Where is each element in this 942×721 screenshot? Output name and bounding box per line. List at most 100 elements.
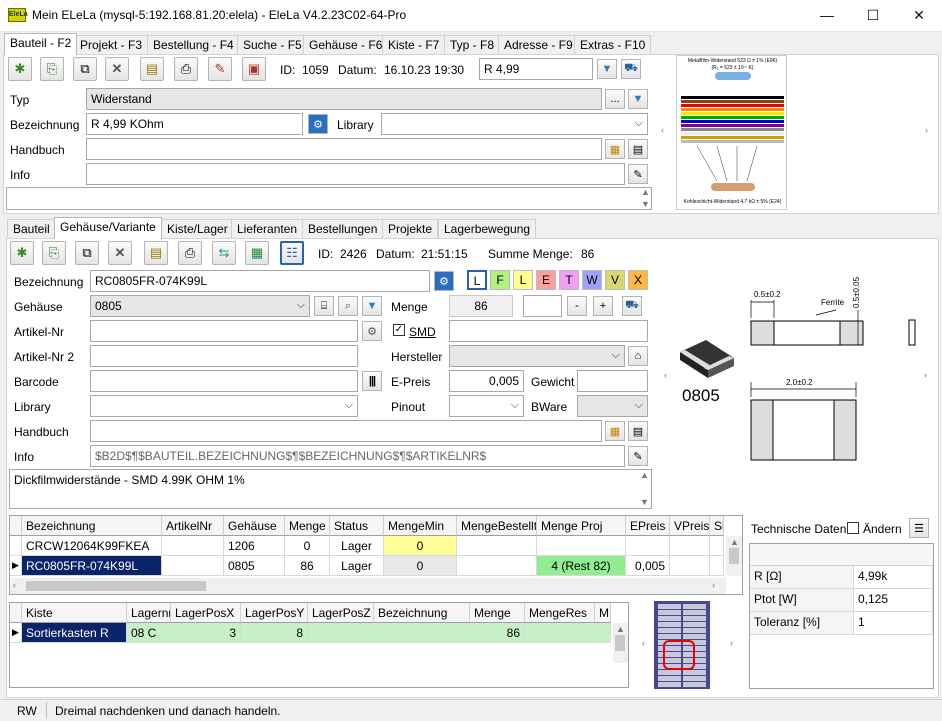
col-lagerposz[interactable]: LagerPosZ: [308, 603, 374, 623]
tab-extras[interactable]: Extras - F10: [574, 35, 652, 55]
tab-projekt[interactable]: Projekt - F3: [74, 35, 149, 55]
col-mengemin[interactable]: MengeMin: [384, 516, 457, 536]
close-button[interactable]: ✕: [896, 0, 942, 32]
next-box-icon[interactable]: ›: [730, 638, 733, 648]
desc-scroll-up-icon[interactable]: ▲: [640, 470, 649, 480]
table-row-cell[interactable]: [710, 536, 724, 556]
variant-bezeichnung-field[interactable]: RC0805FR-074K99L: [90, 270, 430, 292]
table-row-cell[interactable]: Sortierkasten R: [22, 623, 127, 643]
table-row-cell[interactable]: [595, 623, 611, 643]
col-menge[interactable]: Menge: [285, 516, 330, 536]
variant-gear-icon[interactable]: ⚙: [434, 271, 454, 291]
variant-clipboard-icon[interactable]: ▤: [144, 241, 168, 265]
delete-icon[interactable]: ✕: [105, 57, 129, 81]
print-icon[interactable]: ⎙: [174, 57, 198, 81]
color-tag[interactable]: T: [559, 270, 579, 290]
artikelnr-gear-icon[interactable]: ⚙: [362, 321, 382, 341]
variant-edit-info-icon[interactable]: ✎: [628, 446, 648, 466]
table-row-cell[interactable]: 4 (Rest 82): [537, 556, 626, 576]
calculator-icon[interactable]: ▦: [245, 241, 269, 265]
menge-plus-button[interactable]: +: [593, 296, 613, 316]
tab-adresse[interactable]: Adresse - F9: [498, 35, 579, 55]
tab-suche[interactable]: Suche - F5: [237, 35, 308, 55]
color-tag[interactable]: X: [628, 270, 648, 290]
artikelnr2-field[interactable]: [90, 345, 358, 367]
typ-field[interactable]: Widerstand: [86, 88, 602, 110]
table-row-cell[interactable]: 3: [171, 623, 241, 643]
gehaeuse-filter-icon[interactable]: ▼: [362, 296, 382, 316]
variant-folder-icon[interactable]: ▤: [628, 421, 648, 441]
color-tag[interactable]: W: [582, 270, 602, 290]
color-tag[interactable]: F: [490, 270, 510, 290]
tab-typ[interactable]: Typ - F8: [444, 35, 501, 55]
variant-new-icon[interactable]: ✱: [10, 241, 34, 265]
tech-value[interactable]: 0,125: [854, 589, 933, 612]
table-row-cell[interactable]: Lager: [330, 536, 384, 556]
col-lagerposx[interactable]: LagerPosX: [171, 603, 241, 623]
subtab-bauteil[interactable]: Bauteil: [7, 219, 56, 239]
bware-select[interactable]: [577, 395, 648, 417]
folder-icon[interactable]: ▤: [628, 139, 648, 159]
col-status[interactable]: Status: [330, 516, 384, 536]
table-row-cell[interactable]: [626, 536, 670, 556]
col-kiste[interactable]: Kiste: [22, 603, 127, 623]
hscroll-right-icon[interactable]: ›: [712, 580, 715, 590]
smd-checkbox[interactable]: ✓: [393, 324, 405, 336]
subtab-lieferanten[interactable]: Lieferanten: [231, 219, 304, 239]
col-lagerposy[interactable]: LagerPosY: [241, 603, 308, 623]
table-row-cell[interactable]: 0: [384, 536, 457, 556]
vscroll-thumb[interactable]: [729, 548, 739, 564]
col-mengebestellt[interactable]: MengeBestellt: [457, 516, 537, 536]
table-row-cell[interactable]: [457, 556, 537, 576]
table-row-cell[interactable]: 0,005: [626, 556, 670, 576]
prev-package-icon[interactable]: ‹: [664, 370, 667, 380]
table-row-cell[interactable]: [162, 556, 224, 576]
col-mengeres[interactable]: MengeRes: [525, 603, 595, 623]
barcode-field[interactable]: [90, 370, 358, 392]
lager-vscroll-thumb[interactable]: [615, 635, 625, 651]
subtab-bestellungen[interactable]: Bestellungen: [302, 219, 384, 239]
description-field[interactable]: Dickfilmwiderstände - SMD 4.99K OHM 1%: [9, 469, 652, 509]
search-input[interactable]: R 4,99: [479, 58, 593, 80]
lager-vscroll-up-icon[interactable]: ▲: [616, 624, 625, 634]
library-select[interactable]: [381, 113, 648, 135]
vscroll-up-icon[interactable]: ▲: [730, 537, 739, 547]
minimize-button[interactable]: —: [804, 0, 850, 32]
col-epreis[interactable]: EPreis: [626, 516, 670, 536]
new-icon[interactable]: ✱: [8, 57, 32, 81]
tech-value[interactable]: 1: [854, 612, 933, 635]
maximize-button[interactable]: ☐: [850, 0, 896, 32]
copy-icon[interactable]: ⎘: [40, 57, 64, 81]
table-row-cell[interactable]: 86: [285, 556, 330, 576]
table-row-cell[interactable]: 86: [470, 623, 525, 643]
table-row-cell[interactable]: 0: [285, 536, 330, 556]
table-row-cell[interactable]: [537, 536, 626, 556]
variant-copy-multi-icon[interactable]: ⧉: [75, 241, 99, 265]
epreis-field[interactable]: 0,005: [449, 370, 524, 392]
scroll-up-icon[interactable]: ▲: [641, 187, 650, 197]
variant-handbuch-field[interactable]: [90, 420, 602, 442]
table-row-cell[interactable]: 08 C: [127, 623, 171, 643]
variant-delete-icon[interactable]: ✕: [108, 241, 132, 265]
open-file-icon[interactable]: ▦: [605, 139, 625, 159]
variant-copy-icon[interactable]: ⎘: [42, 241, 66, 265]
subtab-gehaeuse-variante[interactable]: Gehäuse/Variante: [54, 217, 162, 239]
info-field[interactable]: [86, 163, 625, 185]
col-sl[interactable]: Sl: [710, 516, 724, 536]
bezeichnung-field[interactable]: R 4,99 KOhm: [86, 113, 303, 135]
variant-library-select[interactable]: [90, 395, 358, 417]
color-tag[interactable]: L: [467, 270, 487, 290]
gewicht-field[interactable]: [577, 370, 648, 392]
menge-minus-button[interactable]: -: [567, 296, 587, 316]
car-icon[interactable]: ⛟: [621, 59, 641, 79]
table-row-cell[interactable]: RC0805FR-074K99L: [22, 556, 162, 576]
tech-value[interactable]: 4,99k: [854, 566, 933, 589]
col-menge[interactable]: Menge: [470, 603, 525, 623]
menge-step-field[interactable]: [523, 295, 562, 317]
table-row-cell[interactable]: Lager: [330, 556, 384, 576]
gear-icon[interactable]: ⚙: [308, 114, 328, 134]
table-row-cell[interactable]: [374, 623, 470, 643]
edit-info-icon[interactable]: ✎: [628, 164, 648, 184]
swap-icon[interactable]: ⇆: [212, 241, 236, 265]
smd-field[interactable]: [449, 320, 648, 342]
